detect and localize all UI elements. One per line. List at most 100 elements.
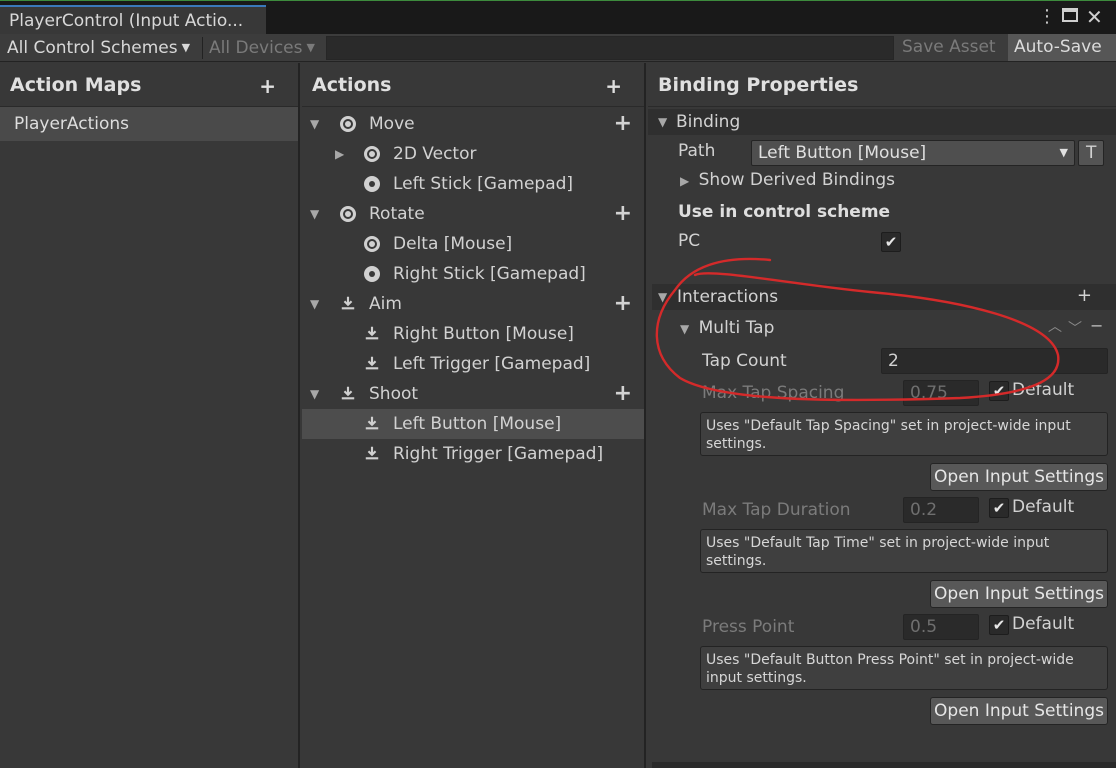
- auto-save-toggle[interactable]: Auto-Save: [1008, 34, 1116, 61]
- expand-arrow-icon: ▼: [658, 290, 668, 304]
- add-binding-icon[interactable]: +: [614, 109, 632, 139]
- composite-row-2d-vector[interactable]: ▶ 2D Vector: [302, 139, 644, 169]
- add-action-button[interactable]: +: [605, 74, 622, 98]
- help-box: Uses "Default Button Press Point" set in…: [700, 646, 1108, 690]
- path-label: Path: [678, 141, 716, 161]
- press-point-field[interactable]: 0.5: [903, 614, 979, 640]
- editor-tab[interactable]: PlayerControl (Input Actio...: [0, 5, 266, 35]
- binding-section-label: Binding: [676, 112, 741, 132]
- actions-title: Actions: [312, 74, 392, 96]
- interactions-section-header[interactable]: ▼ Interactions +: [652, 284, 1116, 310]
- derived-bindings-label: Show Derived Bindings: [698, 170, 895, 190]
- add-interaction-button[interactable]: +: [1077, 284, 1092, 308]
- action-label: Rotate: [369, 204, 425, 224]
- button-binding-icon: [365, 416, 379, 430]
- expand-arrow-icon[interactable]: ▼: [310, 289, 319, 319]
- scheme-checkbox[interactable]: ✔: [881, 232, 901, 252]
- control-schemes-dropdown[interactable]: All Control Schemes ▼: [7, 36, 190, 60]
- move-down-icon[interactable]: ﹀: [1068, 318, 1082, 338]
- open-input-settings-button[interactable]: Open Input Settings: [930, 697, 1108, 725]
- max-tap-duration-field[interactable]: 0.2: [903, 497, 979, 523]
- button-action-icon: [341, 296, 355, 310]
- expand-arrow-icon[interactable]: ▼: [310, 379, 319, 409]
- binding-label: Right Stick [Gamepad]: [393, 264, 586, 284]
- tap-count-label: Tap Count: [702, 351, 787, 371]
- actions-panel: Actions + ▼ Move + ▶ 2D Vector Left Stic…: [302, 63, 646, 768]
- expand-arrow-icon[interactable]: ▼: [310, 109, 319, 139]
- tab-bar: PlayerControl (Input Actio... ⋮ ✕: [0, 0, 1116, 35]
- toolbar: All Control Schemes ▼ All Devices ▼ Save A…: [0, 34, 1116, 62]
- binding-label: 2D Vector: [393, 144, 477, 164]
- search-input[interactable]: [326, 36, 894, 60]
- binding-label: Left Button [Mouse]: [393, 414, 562, 434]
- remove-icon[interactable]: −: [1090, 316, 1103, 335]
- move-up-icon[interactable]: ︿: [1048, 316, 1062, 336]
- binding-label: Delta [Mouse]: [393, 234, 513, 254]
- button-action-icon: [341, 386, 355, 400]
- chevron-down-icon: ▼: [1059, 146, 1068, 159]
- value-action-icon: [340, 116, 356, 132]
- tap-count-field[interactable]: 2: [881, 348, 1108, 374]
- binding-properties-title: Binding Properties: [658, 74, 859, 96]
- open-input-settings-button[interactable]: Open Input Settings: [930, 463, 1108, 491]
- maximize-icon[interactable]: [1062, 8, 1078, 22]
- binding-section-header[interactable]: ▼ Binding: [648, 109, 1116, 135]
- binding-row[interactable]: Left Trigger [Gamepad]: [302, 349, 644, 379]
- binding-row[interactable]: Right Button [Mouse]: [302, 319, 644, 349]
- add-binding-icon[interactable]: +: [614, 379, 632, 409]
- devices-dropdown[interactable]: All Devices ▼: [209, 36, 315, 60]
- max-tap-duration-label: Max Tap Duration: [702, 500, 851, 520]
- mouse-delta-icon: [364, 236, 380, 252]
- interactions-label: Interactions: [677, 287, 779, 307]
- open-input-settings-button[interactable]: Open Input Settings: [930, 580, 1108, 608]
- action-row-rotate[interactable]: ▼ Rotate +: [302, 199, 644, 229]
- binding-label: Right Trigger [Gamepad]: [393, 444, 604, 464]
- max-tap-spacing-label: Max Tap Spacing: [702, 383, 845, 403]
- chevron-down-icon: ▼: [181, 41, 191, 54]
- action-label: Move: [369, 114, 415, 134]
- default-press-checkbox[interactable]: ✔: [989, 615, 1009, 635]
- default-label: Default: [1012, 614, 1075, 634]
- expand-arrow-icon[interactable]: ▼: [310, 199, 319, 229]
- action-maps-panel: Action Maps + PlayerActions: [0, 63, 300, 768]
- action-map-item[interactable]: PlayerActions: [0, 107, 298, 141]
- actions-header: Actions +: [302, 63, 644, 107]
- kebab-menu-icon[interactable]: ⋮: [1038, 7, 1056, 27]
- action-maps-title: Action Maps: [10, 74, 142, 96]
- add-binding-icon[interactable]: +: [614, 199, 632, 229]
- expand-arrow-icon: ▼: [680, 322, 690, 336]
- binding-row[interactable]: Left Stick [Gamepad]: [302, 169, 644, 199]
- show-derived-bindings-foldout[interactable]: ▶ Show Derived Bindings: [680, 170, 895, 190]
- button-binding-icon: [365, 446, 379, 460]
- binding-row[interactable]: Delta [Mouse]: [302, 229, 644, 259]
- gamepad-stick-icon: [364, 176, 380, 192]
- divider: [202, 37, 203, 59]
- default-spacing-checkbox[interactable]: ✔: [989, 381, 1009, 401]
- action-row-move[interactable]: ▼ Move +: [302, 109, 644, 139]
- default-label: Default: [1012, 380, 1075, 400]
- binding-row[interactable]: Right Trigger [Gamepad]: [302, 439, 644, 469]
- default-duration-checkbox[interactable]: ✔: [989, 498, 1009, 518]
- binding-row[interactable]: Right Stick [Gamepad]: [302, 259, 644, 289]
- composite-icon: [364, 146, 380, 162]
- add-action-map-button[interactable]: +: [259, 74, 276, 98]
- multi-tap-foldout[interactable]: ▼ Multi Tap: [680, 318, 774, 338]
- binding-row-selected[interactable]: Left Button [Mouse]: [302, 409, 644, 439]
- close-icon[interactable]: ✕: [1086, 7, 1103, 27]
- chevron-down-icon: ▼: [306, 41, 315, 54]
- action-label: Shoot: [369, 384, 419, 404]
- text-mode-button[interactable]: T: [1078, 140, 1104, 166]
- interaction-name: Multi Tap: [698, 318, 775, 338]
- action-row-aim[interactable]: ▼ Aim +: [302, 289, 644, 319]
- save-asset-button[interactable]: Save Asset: [896, 34, 1002, 61]
- control-schemes-label: All Control Schemes: [7, 38, 178, 58]
- collapse-arrow-icon[interactable]: ▶: [335, 139, 344, 169]
- divider: [652, 762, 1116, 768]
- max-tap-spacing-field[interactable]: 0.75: [903, 380, 979, 406]
- action-row-shoot[interactable]: ▼ Shoot +: [302, 379, 644, 409]
- add-binding-icon[interactable]: +: [614, 289, 632, 319]
- path-dropdown[interactable]: Left Button [Mouse] ▼: [751, 140, 1075, 166]
- path-value: Left Button [Mouse]: [758, 143, 927, 163]
- binding-label: Right Button [Mouse]: [393, 324, 574, 344]
- control-scheme-heading: Use in control scheme: [678, 202, 891, 222]
